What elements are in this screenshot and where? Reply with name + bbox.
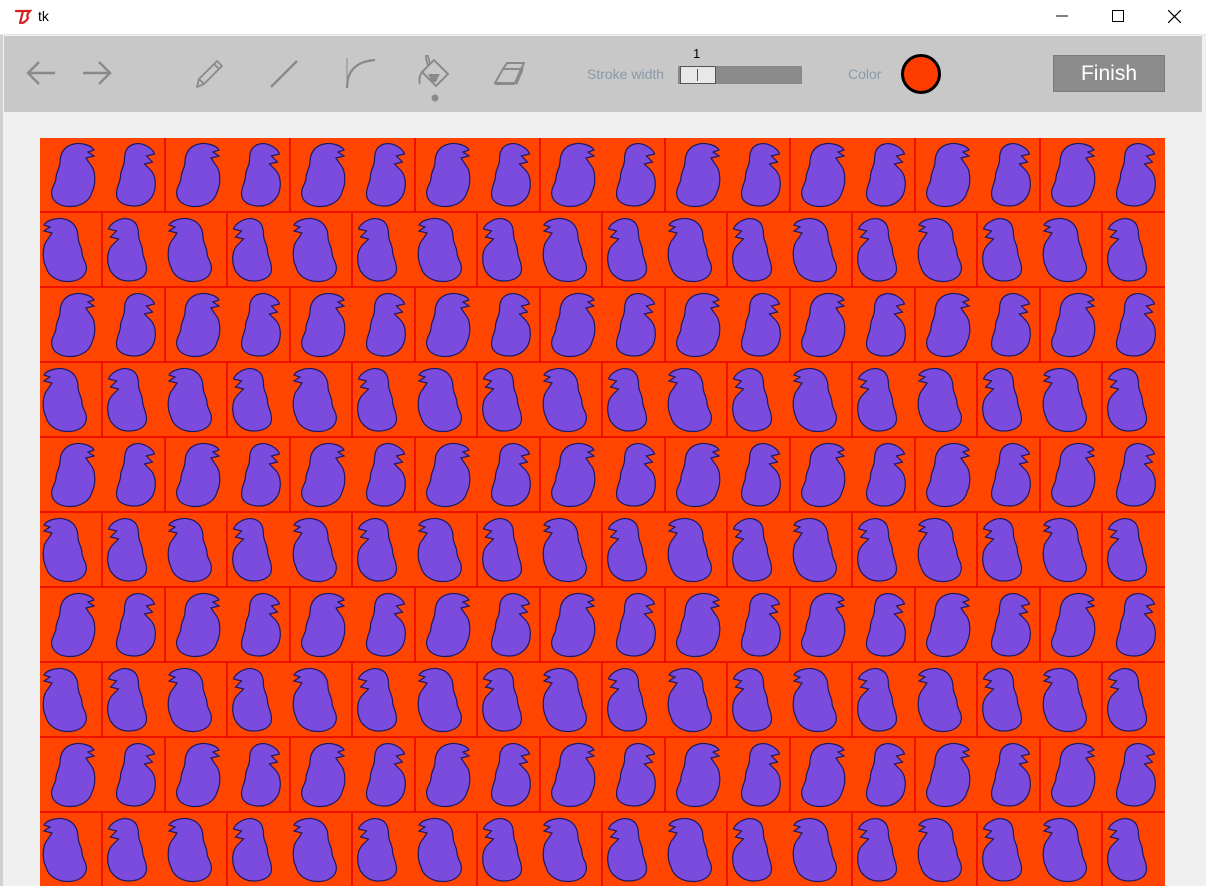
- line-tool[interactable]: [266, 56, 302, 92]
- stroke-width-value: 1: [693, 46, 701, 61]
- stroke-width-slider-thumb[interactable]: [680, 66, 716, 84]
- fill-bucket-icon: [418, 54, 450, 102]
- color-label: Color: [848, 66, 882, 82]
- minimize-button[interactable]: [1034, 0, 1090, 32]
- window-title: tk: [38, 8, 49, 24]
- undo-arrow-icon: [26, 61, 55, 85]
- redo-arrow-icon: [83, 61, 112, 85]
- title-bar: tk: [0, 0, 1206, 35]
- maximize-button[interactable]: [1090, 0, 1146, 32]
- tk-feather-icon: [14, 9, 32, 25]
- app-window: tk Stroke width 1 Color Finish: [0, 0, 1206, 886]
- canvas-drawing[interactable]: [40, 138, 1165, 886]
- finish-button[interactable]: Finish: [1053, 55, 1165, 92]
- close-icon: [1167, 9, 1181, 23]
- pencil-tool[interactable]: [190, 56, 226, 92]
- eraser-icon: [493, 62, 525, 85]
- line-icon: [270, 60, 298, 88]
- redo-button[interactable]: [80, 56, 114, 90]
- curve-tool[interactable]: [342, 54, 378, 90]
- curve-icon: [345, 58, 376, 89]
- stroke-width-label: Stroke width: [587, 66, 665, 82]
- window-left-edge: [0, 34, 3, 886]
- minimize-icon: [1056, 15, 1068, 17]
- undo-button[interactable]: [24, 56, 58, 90]
- close-button[interactable]: [1146, 0, 1202, 32]
- drawing-canvas[interactable]: [40, 138, 1165, 886]
- maximize-icon: [1112, 10, 1124, 22]
- color-picker-swatch[interactable]: [901, 54, 941, 94]
- pencil-icon: [196, 60, 223, 88]
- fill-tool[interactable]: [414, 54, 454, 104]
- toolbar: Stroke width 1 Color Finish: [4, 36, 1202, 112]
- eraser-tool[interactable]: [490, 56, 526, 92]
